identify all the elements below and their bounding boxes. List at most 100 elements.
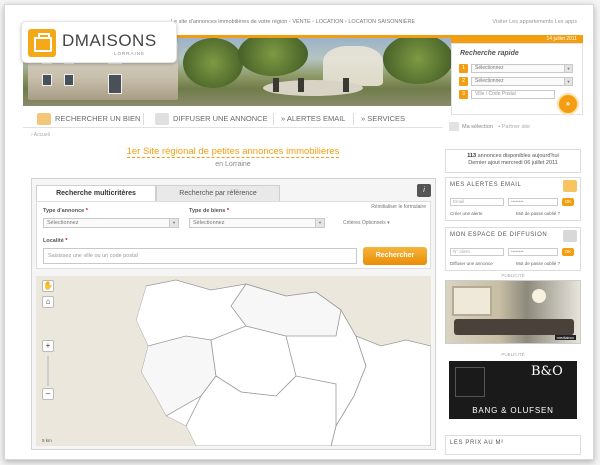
- tab-multicriteres[interactable]: Recherche multicritères: [36, 185, 156, 201]
- prix-title: LES PRIX AU M²: [450, 440, 504, 446]
- search-house-icon: [37, 113, 51, 126]
- zoom-in-button[interactable]: +: [42, 340, 54, 352]
- nav-diffuser[interactable]: DIFFUSER UNE ANNONCE: [155, 112, 268, 126]
- mail-icon: [563, 180, 577, 192]
- quick-property-value: Sélectionnez: [475, 78, 504, 84]
- email-alerts-box: MES ALERTES EMAIL Email •••••••• OK Crée…: [445, 177, 581, 221]
- type-annonce-select[interactable]: Sélectionnez ▼: [43, 218, 179, 228]
- tagline-link-vente[interactable]: VENTE: [292, 19, 310, 25]
- main-nav: RECHERCHER UN BIEN DIFFUSER UNE ANNONCE …: [23, 108, 443, 128]
- step-number: 2: [459, 77, 468, 86]
- tagline-link-location[interactable]: LOCATION: [316, 19, 344, 25]
- quick-search-go-button[interactable]: »: [559, 95, 577, 113]
- alerts-title: MES ALERTES EMAIL: [450, 182, 522, 188]
- create-alert-link[interactable]: Créer une alerte: [450, 211, 483, 216]
- quick-step-1: 1 Sélectionnez ▼: [459, 64, 573, 73]
- localite-label: Localité *: [43, 238, 68, 244]
- lorraine-map-svg: [36, 276, 431, 446]
- step-number: 1: [459, 64, 468, 73]
- diffusion-id-input[interactable]: N° client: [450, 248, 504, 256]
- ad-label: PUBLICITÉ: [501, 352, 525, 357]
- ad-graphic: [455, 367, 485, 397]
- alerts-email-input[interactable]: Email: [450, 198, 504, 206]
- diffusion-box: MON ESPACE DE DIFFUSION N° client ••••••…: [445, 227, 581, 271]
- logo-region: LORRAINE: [114, 51, 146, 56]
- quick-step-2: 2 Sélectionnez ▼: [459, 77, 573, 86]
- optional-criteria-link[interactable]: Critères Optionnels ▾: [343, 220, 390, 226]
- localite-input[interactable]: Saisissez une ville ou un code postal: [43, 248, 357, 264]
- region-map[interactable]: ✋ ⌂ + – 5 km: [36, 276, 431, 446]
- document-icon: [563, 230, 577, 242]
- breadcrumb[interactable]: › Accueil: [31, 132, 50, 138]
- logo-house-icon: [28, 29, 56, 57]
- site-logo[interactable]: DMAISONS LORRAINE: [21, 21, 177, 63]
- page-frame: Le site d'annonces immobilières de votre…: [4, 4, 594, 460]
- bang-olufsen-ad[interactable]: B&O BANG & OLUFSEN: [449, 361, 577, 419]
- search-submit-button[interactable]: Rechercher: [363, 247, 427, 265]
- selection-icon: [449, 122, 459, 131]
- nav-alertes-label: ALERTES EMAIL: [286, 114, 346, 123]
- headline-subtitle: en Lorraine: [215, 161, 251, 168]
- nav-alertes[interactable]: » ALERTES EMAIL: [281, 112, 345, 126]
- quick-type-select[interactable]: Sélectionnez ▼: [471, 64, 573, 73]
- zoom-slider[interactable]: [47, 356, 49, 386]
- quick-search-title: Recherche rapide: [460, 50, 519, 57]
- quick-city-input[interactable]: Ville / Code Postal: [471, 90, 555, 99]
- nav-diffuser-label: DIFFUSER UNE ANNONCE: [173, 114, 268, 123]
- page-headline: 1er Site régional de petites annonces im…: [33, 146, 433, 158]
- reset-form-link[interactable]: Réinitialiser le formulaire: [371, 204, 426, 210]
- alerts-ok-button[interactable]: OK: [562, 198, 574, 206]
- tagline-text: Le site d'annonces immobilières de votre…: [171, 19, 288, 25]
- type-bien-label: Type de biens *: [189, 208, 229, 214]
- info-button[interactable]: i: [417, 184, 431, 197]
- chevron-down-icon: ▼: [564, 65, 572, 72]
- nav-rechercher-label: RECHERCHER UN BIEN: [55, 114, 141, 123]
- zoom-out-button[interactable]: –: [42, 388, 54, 400]
- alerts-password-input[interactable]: ••••••••: [508, 198, 558, 206]
- tab-reference[interactable]: Recherche par référence: [156, 185, 280, 201]
- nav-services-label: SERVICES: [367, 114, 406, 123]
- bo-logo: B&O: [531, 364, 563, 379]
- interior-ad-banner[interactable]: mediabox: [445, 280, 581, 344]
- diffusion-title: MON ESPACE DE DIFFUSION: [450, 232, 548, 238]
- quick-type-value: Sélectionnez: [475, 65, 504, 71]
- map-scale: 5 km: [42, 438, 52, 443]
- bo-brand-text: BANG & OLUFSEN: [472, 406, 554, 415]
- listing-count-number: 113: [467, 153, 477, 159]
- step-number: 3: [459, 90, 468, 99]
- diffuse-listing-link[interactable]: Diffuser une annonce: [450, 261, 493, 266]
- document-icon: [155, 113, 169, 126]
- ad-label: PUBLICITÉ: [501, 273, 525, 278]
- diffusion-password-input[interactable]: ••••••••: [508, 248, 558, 256]
- nav-services[interactable]: » SERVICES: [361, 112, 405, 126]
- chevron-down-icon: ▼: [315, 219, 324, 227]
- home-icon[interactable]: ⌂: [42, 296, 54, 308]
- partner-link[interactable]: • Partner site: [498, 124, 530, 130]
- type-annonce-label: Type d'annonce *: [43, 208, 88, 214]
- diffusion-forgot-link[interactable]: Mot de passe oublié ?: [516, 261, 560, 266]
- top-links[interactable]: Visiter Les appartements Les apps: [492, 19, 577, 25]
- type-bien-select[interactable]: Sélectionnez ▼: [189, 218, 325, 228]
- headline-title: 1er Site régional de petites annonces im…: [126, 146, 340, 158]
- tagline-link-saisonniere[interactable]: LOCATION SAISONNIÈRE: [348, 19, 415, 25]
- listing-count-text: annonces disponibles aujourd'hui: [476, 153, 559, 159]
- type-bien-value: Sélectionnez: [193, 220, 225, 226]
- last-update: Dernier ajout mercredi 06 juillet 2011: [468, 160, 558, 166]
- listing-count: 113 annonces disponibles aujourd'hui: [446, 153, 580, 159]
- prix-m2-box: LES PRIX AU M²: [445, 435, 581, 455]
- alerts-forgot-link[interactable]: Mot de passe oublié ?: [516, 211, 560, 216]
- chevron-down-icon: ▼: [169, 219, 178, 227]
- diffusion-ok-button[interactable]: OK: [562, 248, 574, 256]
- selection-label: Ma sélection: [462, 123, 493, 130]
- header-date: 14 juillet 2011: [546, 36, 578, 42]
- pan-hand-icon[interactable]: ✋: [42, 280, 54, 292]
- chevron-down-icon: ▼: [564, 78, 572, 85]
- site-tagline: Le site d'annonces immobilières de votre…: [171, 19, 416, 25]
- listing-count-box: 113 annonces disponibles aujourd'hui Der…: [445, 149, 581, 173]
- quick-step-3: 3 Ville / Code Postal: [459, 90, 573, 99]
- my-selection[interactable]: Ma sélection • Partner site: [449, 122, 530, 131]
- quick-property-select[interactable]: Sélectionnez ▼: [471, 77, 573, 86]
- type-annonce-value: Sélectionnez: [47, 220, 79, 226]
- search-panel: Recherche multicritères Recherche par ré…: [31, 178, 436, 450]
- nav-rechercher[interactable]: RECHERCHER UN BIEN: [37, 112, 140, 126]
